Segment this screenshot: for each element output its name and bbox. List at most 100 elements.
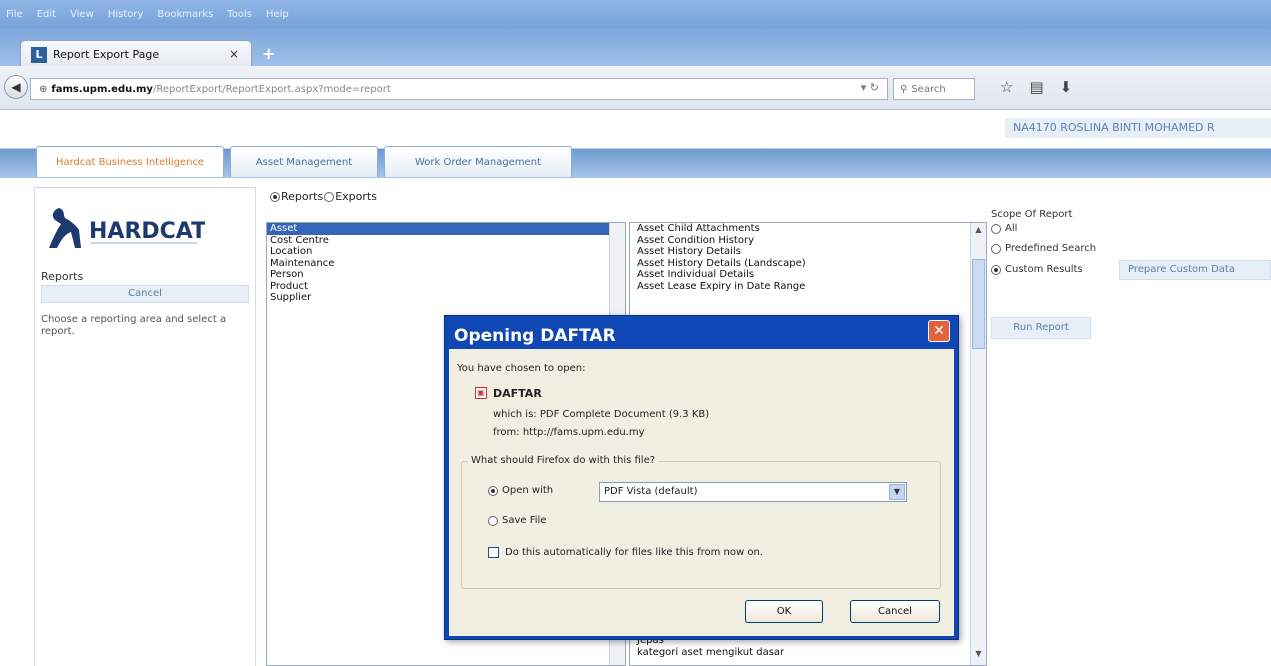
scope-option-predefined[interactable]: Predefined Search — [991, 243, 1096, 254]
download-dialog: Opening DAFTAR ✕ You have chosen to open… — [444, 315, 959, 640]
open-with-radio[interactable] — [488, 485, 498, 496]
scroll-up-arrow-icon[interactable]: ▲ — [971, 225, 986, 239]
save-file-option[interactable]: Save File — [488, 515, 546, 526]
mode-selector: Reports Exports — [270, 190, 377, 203]
scroll-down-arrow-icon[interactable]: ▼ — [971, 649, 986, 663]
url-bar[interactable]: ⊕ fams.upm.edu.my /ReportExport/ReportEx… — [30, 78, 888, 100]
report-list-scrollbar[interactable]: ▲ ▼ — [970, 223, 986, 665]
report-item[interactable]: kategori aset mengikut dasar — [630, 647, 970, 659]
open-with-value: PDF Vista (default) — [604, 486, 698, 497]
exports-radio[interactable] — [324, 191, 335, 202]
hardcat-favicon-icon: L — [31, 46, 47, 63]
search-placeholder: Search — [911, 83, 946, 95]
tab-asset-management[interactable]: Asset Management — [230, 146, 378, 177]
scope-all-label: All — [1005, 223, 1018, 234]
help-text: Choose a reporting area and select a rep… — [41, 314, 227, 337]
pdf-file-icon: ▣ — [475, 387, 487, 399]
browser-navbar: ◀ ⊕ fams.upm.edu.my /ReportExport/Report… — [0, 66, 1271, 110]
app-nav: Hardcat Business Intelligence Asset Mana… — [0, 142, 1271, 178]
open-with-label: Open with — [502, 485, 554, 496]
run-report-button[interactable]: Run Report — [991, 317, 1091, 339]
search-bar[interactable]: ⚲ Search — [893, 78, 975, 100]
browser-menubar: File Edit View History Bookmarks Tools H… — [0, 0, 1271, 28]
report-item[interactable]: Asset History Details (Landscape) — [630, 258, 986, 270]
scope-predefined-radio[interactable] — [991, 243, 1001, 254]
auto-action-checkbox[interactable] — [488, 547, 499, 558]
save-file-radio[interactable] — [488, 515, 498, 526]
user-bar: NA4170 ROSLINA BINTI MOHAMED R — [0, 112, 1271, 142]
report-item[interactable]: Asset Child Attachments — [630, 223, 986, 235]
svg-text:HARDCAT: HARDCAT — [89, 219, 205, 244]
cancel-button-left[interactable]: Cancel — [41, 285, 249, 303]
area-item-asset[interactable]: Asset — [267, 223, 625, 235]
user-name-label: NA4170 ROSLINA BINTI MOHAMED R — [1005, 118, 1271, 138]
dialog-file-source: from: http://fams.upm.edu.my — [493, 427, 645, 438]
menu-file[interactable]: File — [6, 9, 23, 20]
close-icon[interactable]: ✕ — [928, 320, 950, 342]
site-identity-icon[interactable]: ⊕ — [39, 84, 47, 95]
dialog-file-type: which is: PDF Complete Document (9.3 KB) — [493, 409, 710, 420]
dialog-filename: DAFTAR — [493, 387, 542, 400]
report-item[interactable]: Asset Lease Expiry in Date Range — [630, 281, 986, 293]
area-item-person[interactable]: Person — [267, 269, 625, 281]
dialog-question: What should Firefox do with this file? — [468, 455, 659, 466]
browser-tab-title: Report Export Page — [53, 48, 160, 61]
scrollbar-thumb[interactable] — [972, 259, 985, 349]
open-with-select[interactable]: PDF Vista (default) ▼ — [599, 482, 907, 502]
area-item-product[interactable]: Product — [267, 281, 625, 293]
tab-hardcat-bi[interactable]: Hardcat Business Intelligence — [36, 146, 224, 177]
reports-label: Reports — [41, 270, 84, 283]
area-item-maintenance[interactable]: Maintenance — [267, 258, 625, 270]
menu-history[interactable]: History — [108, 9, 144, 20]
open-with-option[interactable]: Open with — [488, 485, 553, 496]
ok-button[interactable]: OK — [745, 600, 823, 623]
toolbar-icons: ☆ ▤ ⬇ — [1000, 78, 1072, 96]
back-arrow-icon[interactable]: ◀ — [4, 75, 28, 99]
cancel-button[interactable]: Cancel — [850, 600, 940, 623]
scope-custom-radio[interactable] — [991, 264, 1001, 275]
dialog-chosen-text: You have chosen to open: — [457, 363, 586, 374]
url-path: /ReportExport/ReportExport.aspx?mode=rep… — [152, 83, 391, 95]
area-item-supplier[interactable]: Supplier — [267, 292, 625, 304]
dialog-title: Opening DAFTAR — [454, 326, 616, 346]
scope-title: Scope Of Report — [991, 209, 1073, 220]
browser-tabstrip: L Report Export Page × + — [0, 28, 1271, 68]
bookmarks-menu-icon[interactable]: ▤ — [1029, 78, 1043, 96]
menu-tools[interactable]: Tools — [227, 9, 252, 20]
auto-action-label: Do this automatically for files like thi… — [505, 547, 763, 558]
scope-predefined-label: Predefined Search — [1005, 243, 1097, 254]
close-tab-icon[interactable]: × — [229, 47, 239, 61]
chevron-down-icon[interactable]: ▼ — [889, 484, 905, 500]
area-item-cost-centre[interactable]: Cost Centre — [267, 235, 625, 247]
reports-radio-label: Reports — [281, 190, 324, 203]
menu-view[interactable]: View — [70, 9, 94, 20]
prepare-custom-data-button[interactable]: Prepare Custom Data — [1119, 260, 1271, 280]
scope-all-radio[interactable] — [991, 223, 1001, 234]
scope-option-custom[interactable]: Custom Results — [991, 264, 1083, 275]
url-host: fams.upm.edu.my — [51, 83, 153, 95]
new-tab-icon[interactable]: + — [262, 44, 275, 63]
tab-work-order-management[interactable]: Work Order Management — [384, 146, 572, 177]
search-icon: ⚲ — [900, 83, 908, 95]
menu-help[interactable]: Help — [266, 9, 289, 20]
hardcat-logo: HARDCAT — [49, 208, 205, 248]
bookmark-star-icon[interactable]: ☆ — [1000, 78, 1013, 96]
auto-action-option[interactable]: Do this automatically for files like thi… — [488, 547, 763, 558]
scope-option-all[interactable]: All — [991, 223, 1017, 234]
save-file-label: Save File — [502, 515, 547, 526]
reports-radio[interactable] — [270, 191, 280, 202]
menu-bookmarks[interactable]: Bookmarks — [157, 9, 213, 20]
downloads-icon[interactable]: ⬇ — [1060, 78, 1073, 96]
left-panel: HARDCAT Reports Cancel Choose a reportin… — [34, 187, 256, 666]
report-item[interactable]: Asset Condition History — [630, 235, 986, 247]
dialog-body: You have chosen to open: ▣ DAFTAR which … — [449, 349, 954, 636]
report-item[interactable]: Asset History Details — [630, 246, 986, 258]
scope-custom-label: Custom Results — [1005, 264, 1083, 275]
reload-icon[interactable]: ▾ ↻ — [861, 81, 879, 94]
dialog-action-group: What should Firefox do with this file? O… — [461, 455, 941, 589]
exports-radio-label: Exports — [335, 190, 377, 203]
browser-tab[interactable]: L Report Export Page × — [20, 40, 252, 68]
area-item-location[interactable]: Location — [267, 246, 625, 258]
report-item[interactable]: Asset Individual Details — [630, 269, 986, 281]
menu-edit[interactable]: Edit — [37, 9, 56, 20]
